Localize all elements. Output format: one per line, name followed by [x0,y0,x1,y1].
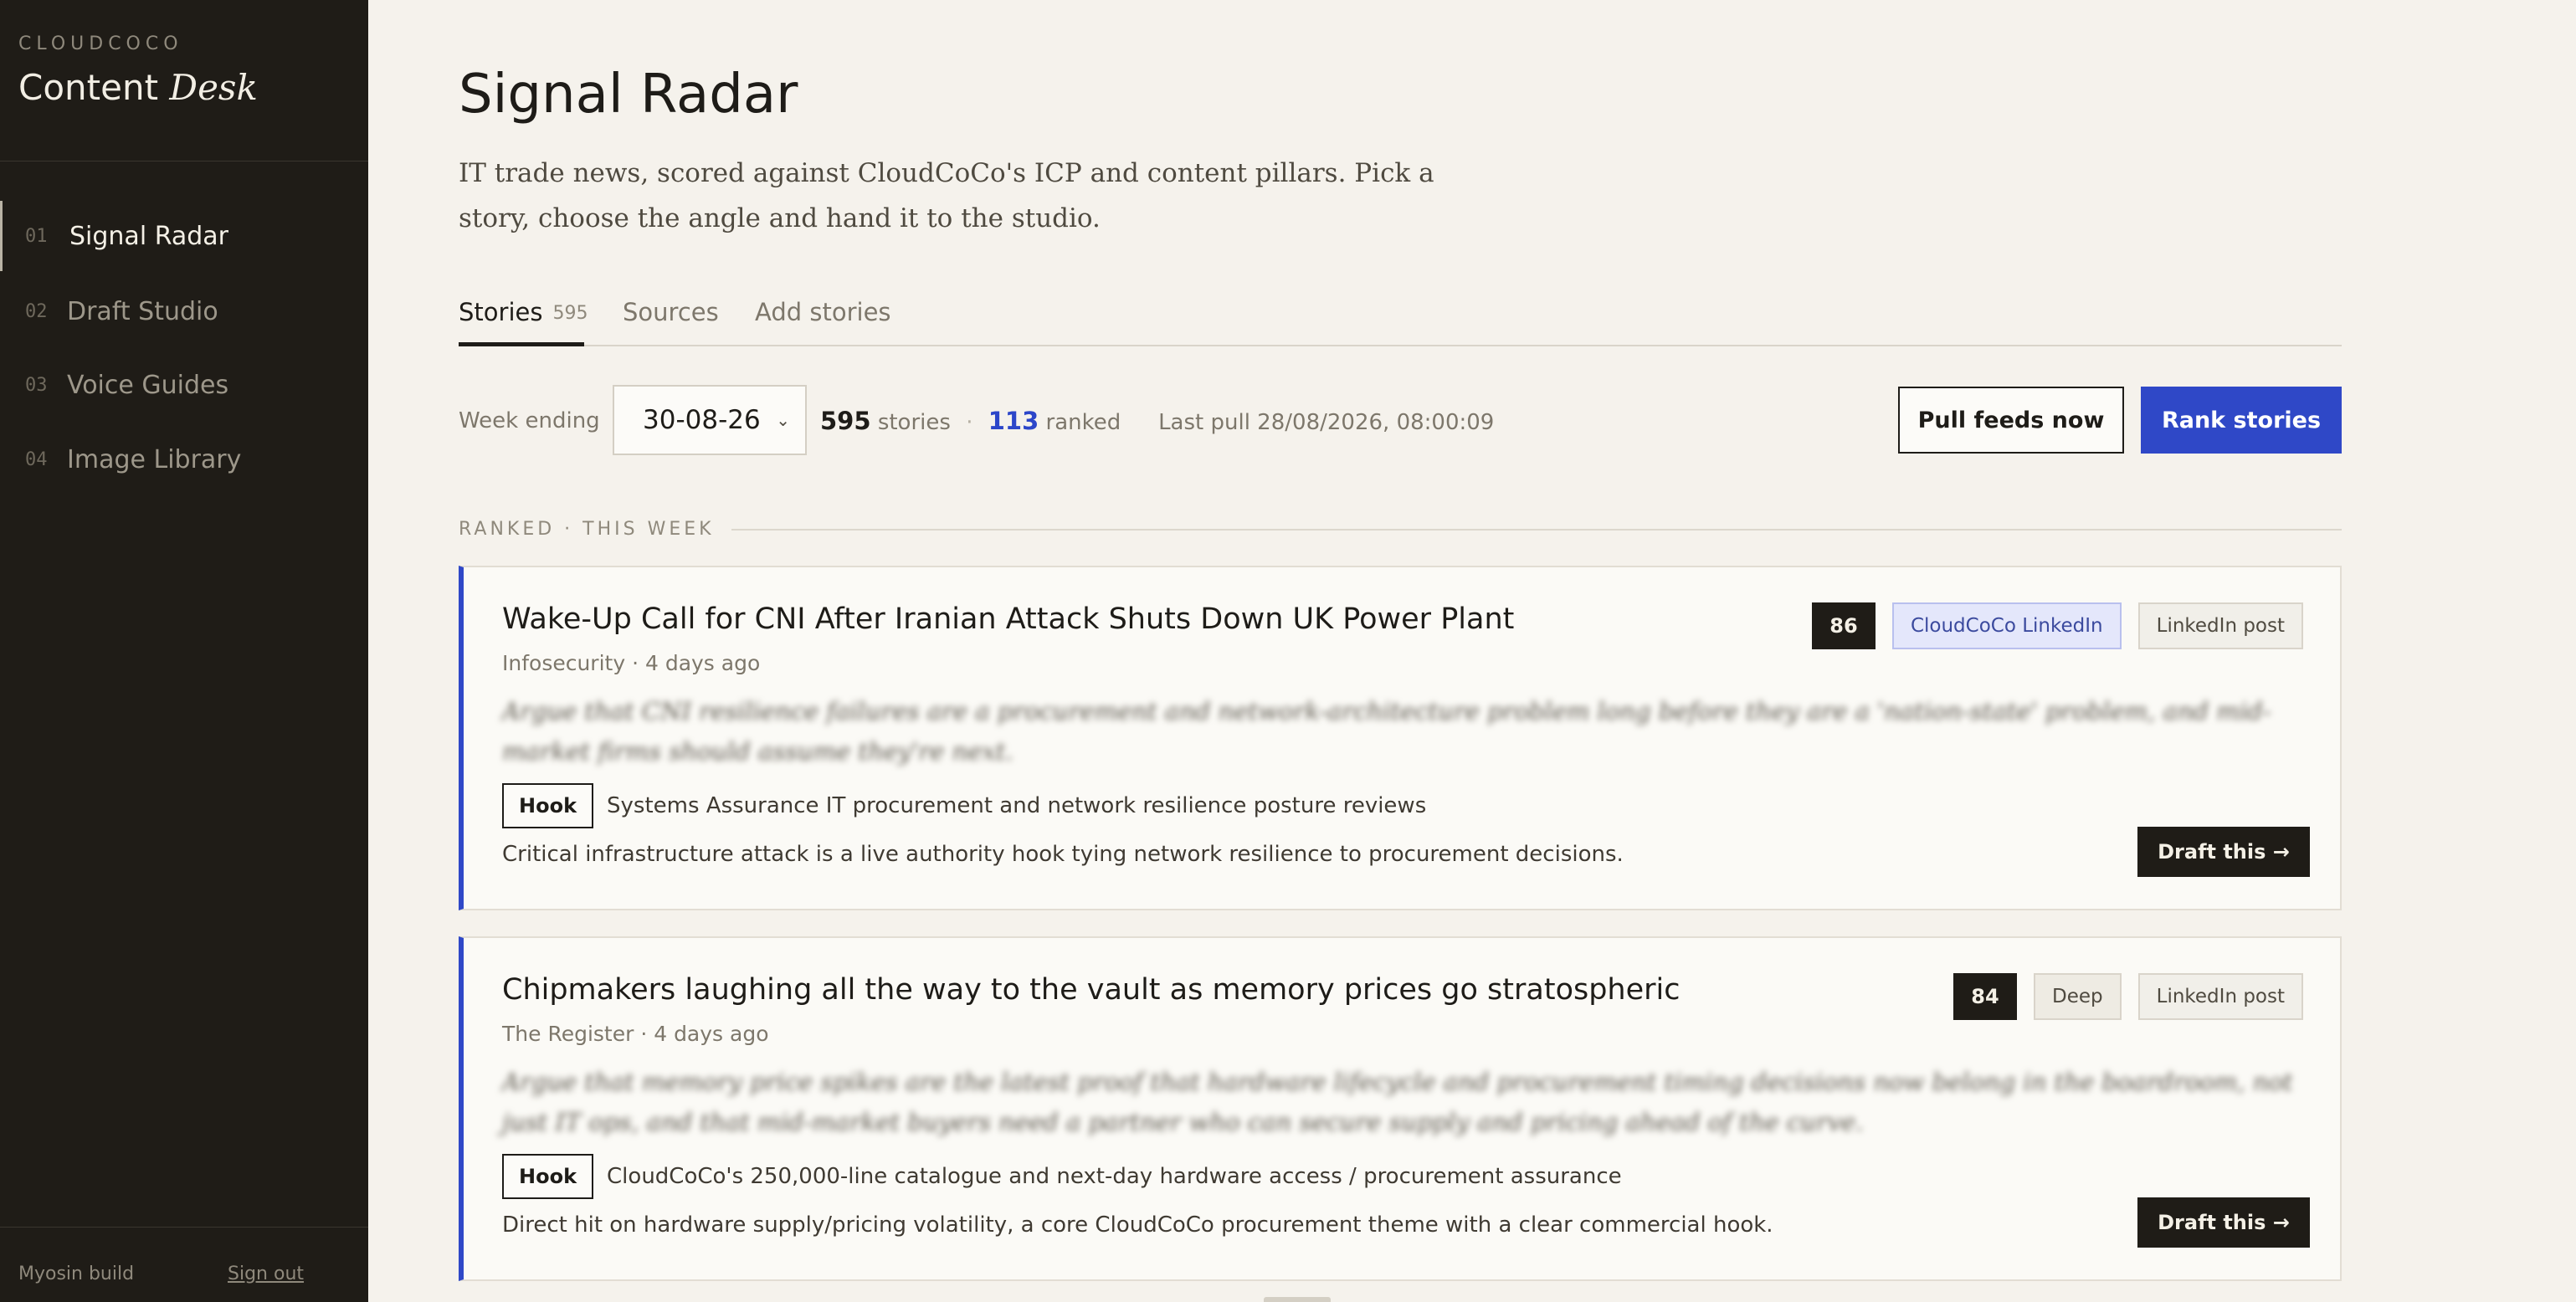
ranked-count: 113 [988,407,1039,435]
nav-number: 03 [25,374,48,396]
depth-tag: Deep [2034,973,2122,1020]
page-title: Signal Radar [459,64,798,126]
app-logo: Content Desk [18,67,258,108]
nav-number: 04 [25,449,48,470]
channel-tag: CloudCoCo LinkedIn [1891,602,2122,649]
brand-accent: Desk [169,67,258,108]
section-heading: RANKED · THIS WEEK [459,519,715,540]
nav-label: Image Library [67,444,242,474]
draft-this-button[interactable]: Draft this → [2137,827,2310,877]
week-ending-select[interactable]: 30-08-26 ⌄ [613,385,807,455]
sidebar-item-draft-studio[interactable]: 02 Draft Studio [0,276,368,346]
story-angle: Argue that memory price spikes are the l… [502,1068,2293,1136]
story-title[interactable]: Wake-Up Call for CNI After Iranian Attac… [502,602,1514,636]
separator-dot: · [966,410,973,435]
tab-label: Add stories [755,298,891,326]
hook-text: CloudCoCo's 250,000-line catalogue and n… [607,1164,1622,1189]
format-tag: LinkedIn post [2137,973,2303,1020]
story-rationale: Critical infrastructure attack is a live… [502,842,1624,867]
hook-tag: Hook [502,783,594,828]
format-tag: LinkedIn post [2137,602,2303,649]
tab-count: 595 [552,303,588,324]
story-meta: The Register · 4 days ago [502,1022,769,1046]
scroll-indicator[interactable] [1264,1297,1331,1302]
spacer: · [1137,410,1143,435]
draft-this-button[interactable]: Draft this → [2137,1197,2310,1248]
page-description: IT trade news, scored against CloudCoCo'… [459,158,1434,233]
tab-stories[interactable]: Stories 595 [459,293,588,346]
sidebar-item-signal-radar[interactable]: 01 Signal Radar [0,201,368,271]
divider [731,529,2342,531]
score-badge: 84 [1953,973,2017,1020]
story-badges: 84 Deep LinkedIn post [1953,973,2303,1020]
sidebar-item-voice-guides[interactable]: 03 Voice Guides [0,350,368,420]
tab-add-stories[interactable]: Add stories [755,293,891,346]
tab-sources[interactable]: Sources [623,293,719,346]
nav-label: Draft Studio [67,296,218,326]
hook-text: Systems Assurance IT procurement and net… [607,793,1427,818]
tab-label: Sources [623,298,719,326]
ranked-label: ranked [1045,410,1121,435]
brand-main: Content [18,67,159,108]
hook-row: Hook CloudCoCo's 250,000-line catalogue … [502,1154,1622,1199]
story-angle: Argue that CNI resilience failures are a… [502,697,2271,766]
sign-out-link[interactable]: Sign out [228,1264,304,1284]
brand-overline: CLOUDCOCO [18,33,183,54]
nav-number: 01 [25,225,48,247]
story-meta: Infosecurity · 4 days ago [502,651,761,675]
story-title[interactable]: Chipmakers laughing all the way to the v… [502,973,1681,1007]
story-rationale: Direct hit on hardware supply/pricing vo… [502,1212,1773,1238]
nav-number: 02 [25,300,48,322]
build-label: Myosin build [18,1264,135,1284]
chevron-down-icon: ⌄ [776,410,790,430]
story-count: 595 [820,407,871,435]
week-ending-label: Week ending [459,408,600,433]
score-badge: 86 [1811,602,1876,649]
week-value: 30-08-26 [643,405,761,435]
pull-feeds-button[interactable]: Pull feeds now [1898,387,2124,454]
story-stats: 595 stories · 113 ranked · Last pull 28/… [820,407,1494,435]
nav-label: Signal Radar [69,221,229,251]
toolbar: Week ending 30-08-26 ⌄ 595 stories · 113… [459,385,2342,455]
story-card: Wake-Up Call for CNI After Iranian Attac… [459,566,2342,910]
rank-stories-button[interactable]: Rank stories [2141,387,2342,454]
nav-label: Voice Guides [67,370,229,400]
tab-label: Stories [459,298,543,326]
last-pull-timestamp: Last pull 28/08/2026, 08:00:09 [1158,410,1495,435]
tab-bar: Stories 595 Sources Add stories [459,293,2342,346]
story-card: Chipmakers laughing all the way to the v… [459,936,2342,1281]
hook-row: Hook Systems Assurance IT procurement an… [502,783,1426,828]
sidebar: CLOUDCOCO Content Desk 01 Signal Radar 0… [0,0,368,1302]
divider [0,1227,368,1228]
sidebar-item-image-library[interactable]: 04 Image Library [0,424,368,495]
story-badges: 86 CloudCoCo LinkedIn LinkedIn post [1811,602,2303,649]
story-count-label: stories [877,410,951,435]
hook-tag: Hook [502,1154,594,1199]
